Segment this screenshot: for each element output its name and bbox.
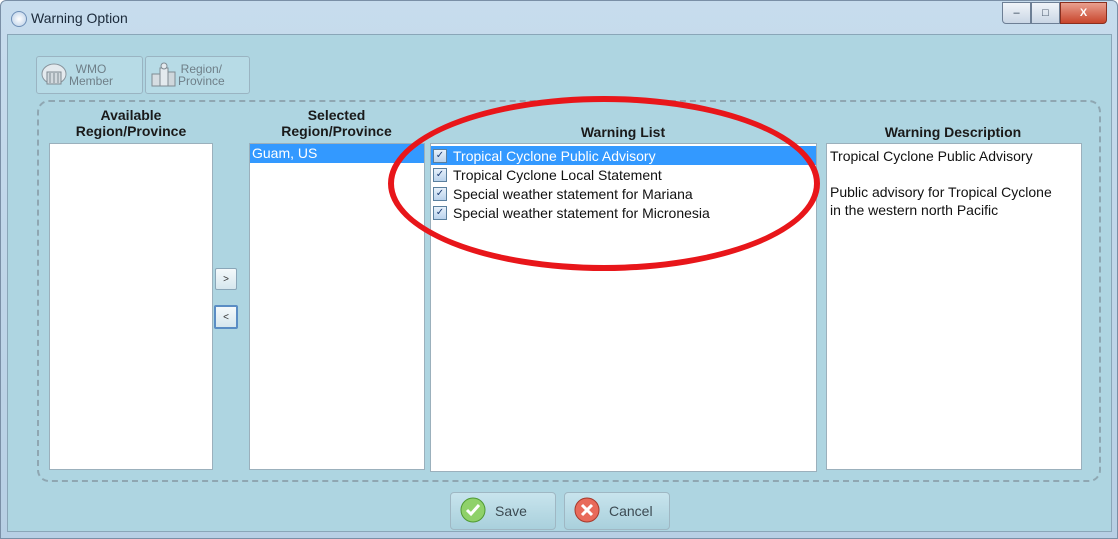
maximize-button[interactable]: □: [1031, 2, 1060, 24]
window-title: Warning Option: [31, 10, 128, 26]
title-bar[interactable]: Warning Option – □ X: [1, 1, 1117, 35]
wmo-member-button[interactable]: WMO Member: [36, 56, 143, 94]
warning-item-mariana[interactable]: ✓ Special weather statement for Mariana: [431, 184, 816, 203]
warning-description-box: Tropical Cyclone Public Advisory Public a…: [826, 143, 1082, 470]
region-province-label: Region/Province: [178, 62, 225, 88]
wmo-member-label: WMO Member: [69, 62, 114, 88]
checkmark-icon: [459, 496, 487, 527]
available-header: Available Region/Province: [75, 107, 187, 139]
region-province-button[interactable]: Region/Province: [145, 56, 250, 94]
available-list[interactable]: [49, 143, 213, 470]
checkbox-checked-icon[interactable]: ✓: [433, 186, 447, 201]
add-button[interactable]: >: [215, 268, 237, 290]
save-button[interactable]: Save: [450, 492, 556, 530]
warning-list[interactable]: ✓ Tropical Cyclone Public Advisory ✓ Tro…: [430, 143, 817, 472]
description-text: Tropical Cyclone Public Advisory Public a…: [830, 148, 1052, 218]
app-icon: [11, 11, 27, 27]
checkbox-checked-icon[interactable]: ✓: [433, 205, 447, 220]
checkbox-checked-icon[interactable]: ✓: [433, 148, 447, 163]
warning-item-micronesia[interactable]: ✓ Special weather statement for Micrones…: [431, 203, 816, 222]
checkbox-checked-icon[interactable]: ✓: [433, 167, 447, 182]
warning-list-header: Warning List: [580, 124, 666, 140]
buildings-icon: [148, 60, 178, 90]
window-controls: – □ X: [1002, 2, 1107, 24]
save-label: Save: [495, 503, 527, 519]
warning-description-header: Warning Description: [884, 124, 1022, 140]
warning-item-public-advisory[interactable]: ✓ Tropical Cyclone Public Advisory: [431, 146, 816, 165]
globe-building-icon: [39, 60, 69, 90]
selected-list[interactable]: Guam, US: [249, 143, 425, 470]
cancel-x-icon: [573, 496, 601, 527]
cancel-button[interactable]: Cancel: [564, 492, 670, 530]
warning-item-local-statement[interactable]: ✓ Tropical Cyclone Local Statement: [431, 165, 816, 184]
close-button[interactable]: X: [1060, 2, 1107, 24]
cancel-label: Cancel: [609, 503, 653, 519]
minimize-button[interactable]: –: [1002, 2, 1031, 24]
remove-button[interactable]: <: [214, 305, 238, 329]
selected-header: Selected Region/Province: [281, 107, 392, 139]
list-item[interactable]: Guam, US: [250, 144, 424, 163]
